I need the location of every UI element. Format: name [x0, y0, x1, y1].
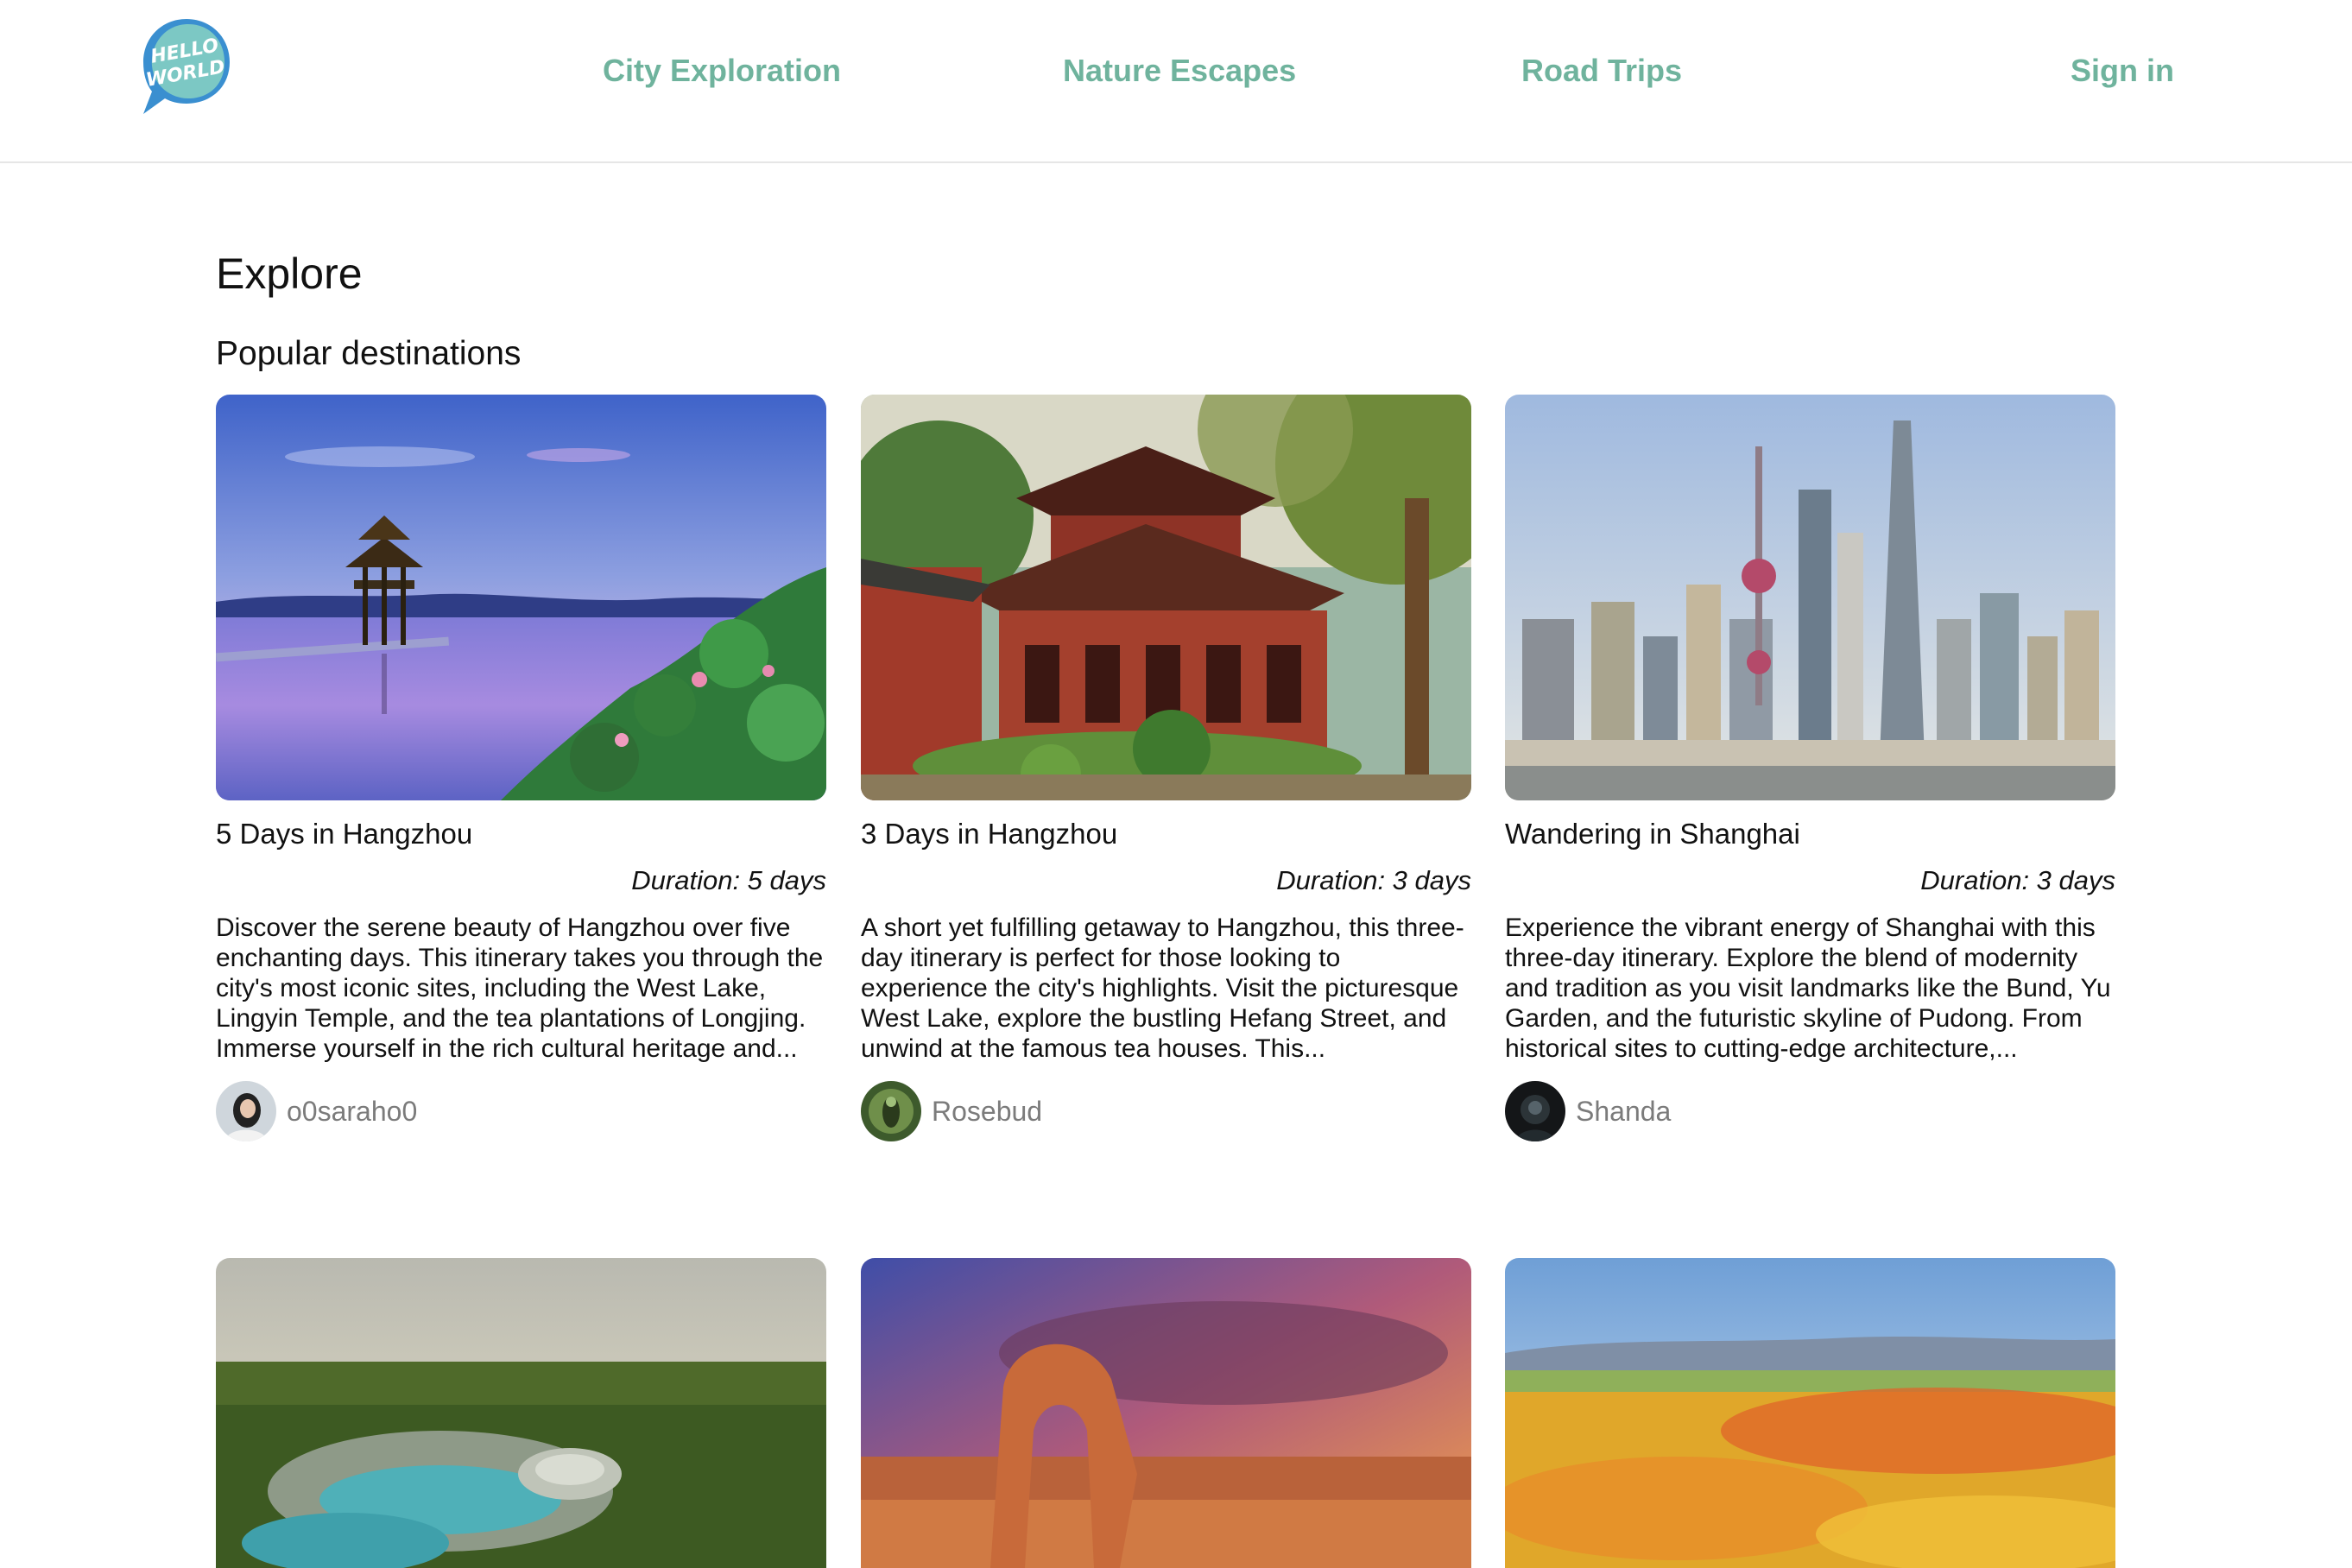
hello-world-logo[interactable]: HELLO WORLD — [138, 14, 235, 117]
west-lake-pavilion-photo-icon[interactable] — [216, 395, 826, 800]
speech-bubble-logo-icon: HELLO WORLD — [143, 19, 230, 114]
nav-nature-escapes[interactable]: Nature Escapes — [1063, 53, 1296, 89]
nav-city-exploration[interactable]: City Exploration — [603, 53, 841, 89]
section-title: Popular destinations — [216, 335, 522, 372]
card-duration: Duration: 3 days — [1920, 865, 2115, 895]
card-title[interactable]: Wandering in Shanghai — [1505, 818, 1800, 850]
temple-photo-icon[interactable] — [861, 395, 1471, 800]
avatar[interactable] — [861, 1081, 921, 1141]
card-duration: Duration: 5 days — [631, 865, 826, 895]
card-author[interactable]: Rosebud — [861, 1081, 1042, 1141]
card-description: A short yet fulfilling getaway to Hangzh… — [861, 914, 1464, 1063]
avatar[interactable] — [216, 1081, 276, 1141]
avatar[interactable] — [1505, 1081, 1565, 1141]
resort-aerial-photo-icon[interactable] — [216, 1258, 826, 1568]
nav-road-trips[interactable]: Road Trips — [1521, 53, 1682, 89]
desert-arch-photo-icon[interactable] — [861, 1258, 1471, 1568]
shanghai-skyline-photo-icon[interactable] — [1505, 395, 2115, 800]
card-description: Discover the serene beauty of Hangzhou o… — [216, 914, 824, 1063]
card-title[interactable]: 3 Days in Hangzhou — [861, 818, 1117, 850]
author-name[interactable]: Rosebud — [932, 1096, 1042, 1128]
poppy-field-photo-icon[interactable] — [1505, 1258, 2115, 1568]
author-name[interactable]: o0saraho0 — [287, 1096, 417, 1128]
author-name[interactable]: Shanda — [1576, 1096, 1671, 1128]
page-title: Explore — [216, 250, 363, 298]
sign-in-link[interactable]: Sign in — [2071, 53, 2174, 89]
card-author[interactable]: Shanda — [1505, 1081, 1671, 1141]
card-author[interactable]: o0saraho0 — [216, 1081, 417, 1141]
card-description: Experience the vibrant energy of Shangha… — [1505, 914, 2111, 1063]
card-title[interactable]: 5 Days in Hangzhou — [216, 818, 472, 850]
card-duration: Duration: 3 days — [1276, 865, 1471, 895]
site-header: HELLO WORLD City Exploration Nature Esca… — [0, 0, 2352, 163]
